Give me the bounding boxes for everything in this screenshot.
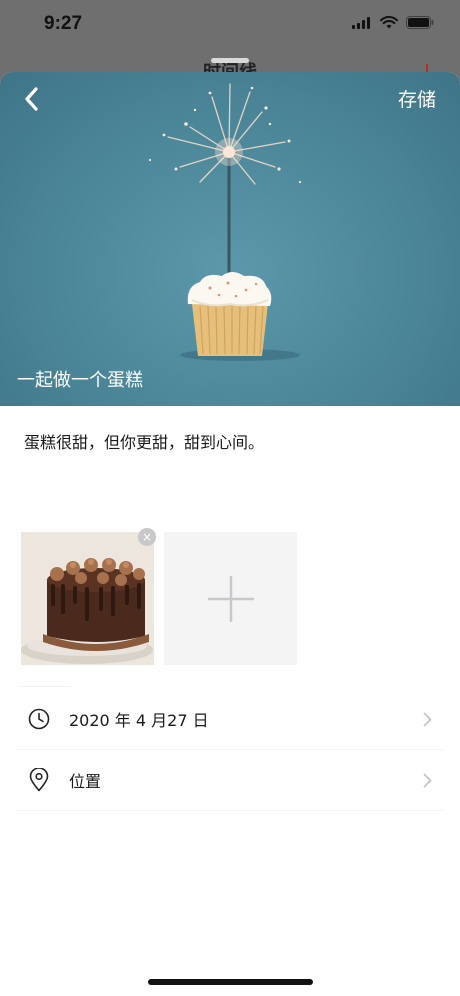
location-label: 位置 — [69, 772, 102, 791]
wifi-icon — [380, 16, 398, 29]
chocolate-cake-image — [21, 532, 154, 665]
save-button[interactable]: 存储 — [398, 85, 436, 112]
location-row[interactable]: 位置 — [16, 750, 444, 810]
home-indicator[interactable] — [148, 979, 313, 985]
back-button[interactable] — [14, 82, 48, 116]
screen: 9:27 时间线 存储 一起做一个蛋糕 蛋糕很甜，但你更甜，甜到心间。 × 20… — [0, 0, 460, 996]
date-label: 2020 年 4 月27 日 — [69, 711, 209, 730]
status-time: 9:27 — [44, 13, 83, 34]
status-bar: 9:27 — [0, 0, 460, 48]
photo-grid: × — [21, 528, 297, 665]
edit-entry-sheet: 存储 一起做一个蛋糕 蛋糕很甜，但你更甜，甜到心间。 × 2020 年 4 月2… — [0, 72, 460, 996]
location-pin-icon — [27, 768, 51, 792]
chevron-right-icon — [423, 773, 432, 788]
chevron-left-icon — [25, 87, 38, 111]
cellular-icon — [352, 16, 370, 29]
plus-icon — [207, 575, 254, 622]
cupcake-sparkler-illustration — [148, 83, 302, 361]
chevron-right-icon — [423, 712, 432, 727]
hero-image: 存储 一起做一个蛋糕 — [0, 72, 460, 406]
entry-note-text[interactable]: 蛋糕很甜，但你更甜，甜到心间。 — [24, 429, 264, 453]
add-photo-button[interactable] — [164, 532, 297, 665]
entry-title[interactable]: 一起做一个蛋糕 — [17, 366, 143, 392]
row-separator — [16, 810, 444, 811]
sheet-grabber[interactable] — [211, 58, 249, 63]
clock-icon — [27, 707, 51, 731]
divider — [21, 686, 71, 687]
photo-thumbnail[interactable]: × — [21, 528, 156, 665]
status-icons — [352, 16, 434, 29]
date-row[interactable]: 2020 年 4 月27 日 — [16, 689, 444, 749]
remove-photo-button[interactable]: × — [138, 528, 156, 546]
battery-icon — [406, 16, 434, 29]
